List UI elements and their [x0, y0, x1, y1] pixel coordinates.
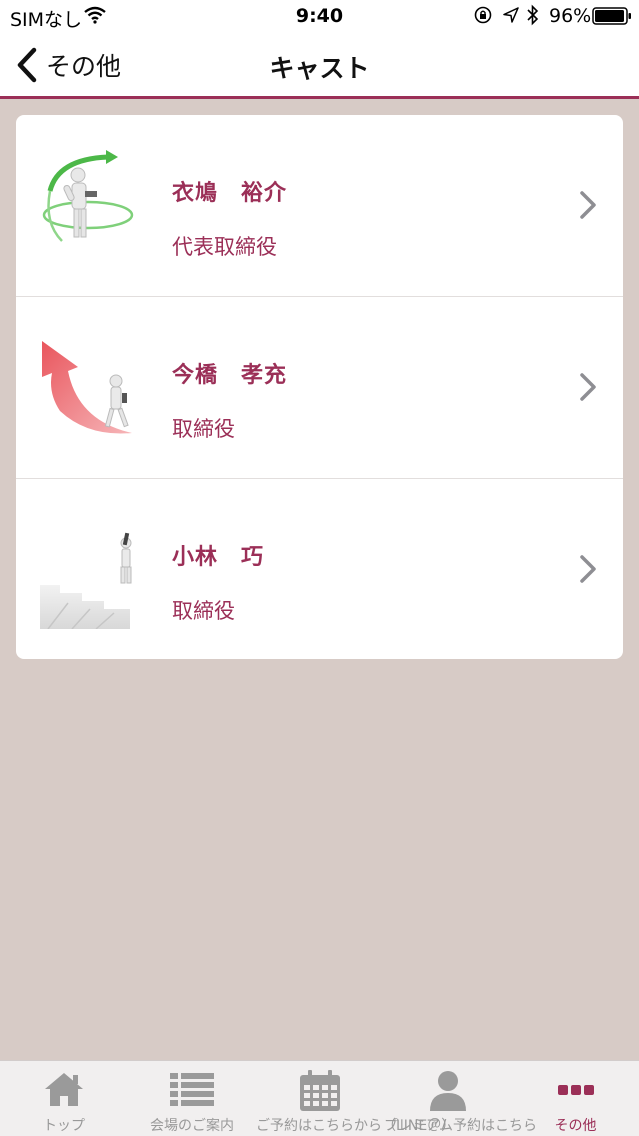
- battery-icon: [592, 7, 631, 25]
- cast-name: 今橋 孝充: [172, 363, 288, 388]
- calendar-icon: [300, 1070, 340, 1111]
- nav-bar: その他 キャスト: [0, 34, 639, 99]
- cast-item[interactable]: 今橋 孝充 取締役: [16, 297, 623, 479]
- bluetooth-icon: [527, 4, 539, 26]
- tab-venue[interactable]: 会場のご案内: [128, 1061, 256, 1136]
- cast-name: 衣鳩 裕介: [172, 181, 288, 206]
- tab-label: その他: [554, 1118, 597, 1134]
- tab-label: ご予約はこちらから（LINE＠）: [256, 1118, 456, 1134]
- cast-role: 代表取締役: [172, 235, 277, 259]
- chevron-right-icon: [580, 555, 596, 583]
- chevron-right-icon: [580, 191, 596, 219]
- location-icon: [503, 7, 519, 23]
- cast-name: 小林 巧: [172, 545, 265, 570]
- cast-role: 取締役: [172, 599, 235, 623]
- stairs-climber-icon: [40, 532, 132, 629]
- tab-premium[interactable]: プレミアム予約はこちら: [384, 1061, 538, 1136]
- tab-label: トップ: [43, 1118, 85, 1134]
- orientation-lock-icon: [474, 6, 492, 24]
- tab-top[interactable]: トップ: [0, 1061, 128, 1136]
- clock: 9:40: [295, 5, 344, 27]
- screen: SIMなし 9:40 96% その他 キャスト 衣鳩 裕介 代表取締役 今橋 孝…: [0, 0, 639, 1136]
- more-icon: [557, 1085, 594, 1095]
- home-icon: [45, 1073, 83, 1106]
- person-icon: [430, 1071, 466, 1111]
- list-icon: [170, 1073, 214, 1106]
- page-title: キャスト: [269, 54, 370, 83]
- cast-list: 衣鳩 裕介 代表取締役 今橋 孝充 取締役 小林 巧 取締役: [16, 115, 623, 659]
- battery-percent: 96%: [549, 5, 592, 27]
- cast-item[interactable]: 小林 巧 取締役: [16, 479, 623, 659]
- red-arrow-runner-icon: [42, 341, 132, 434]
- status-bar: SIMなし 9:40 96%: [0, 0, 639, 34]
- tab-bar: トップ 会場のご案内 ご予約はこちらから（LINE＠） プレミアム予約はこちら …: [0, 1060, 639, 1136]
- ring-arrow-figure-icon: [42, 150, 134, 242]
- tab-reservation-line[interactable]: ご予約はこちらから（LINE＠）: [256, 1061, 456, 1136]
- cast-item[interactable]: 衣鳩 裕介 代表取締役: [16, 115, 623, 297]
- cast-role: 取締役: [172, 417, 235, 441]
- tab-label: 会場のご案内: [150, 1118, 234, 1134]
- tab-other[interactable]: その他: [512, 1061, 639, 1136]
- tab-label: プレミアム予約はこちら: [384, 1118, 538, 1134]
- chevron-right-icon: [580, 373, 596, 401]
